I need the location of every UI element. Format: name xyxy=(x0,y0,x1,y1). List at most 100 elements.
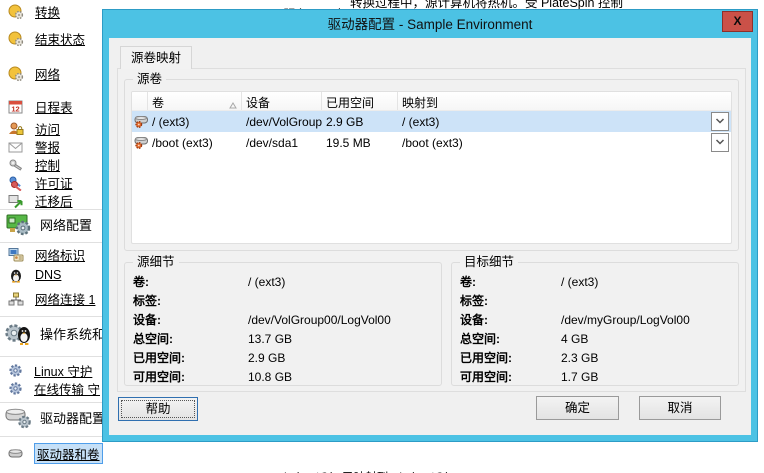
sidebar-item-linux-daemon[interactable]: Linux 守护 xyxy=(8,361,92,380)
sidebar-item-label: DNS xyxy=(35,268,61,282)
column-header-device[interactable]: 设备 xyxy=(242,92,322,110)
tab-panel: 源卷 卷 设备 已用空间 映射到 xyxy=(117,68,746,392)
sidebar-item-dns[interactable]: DNS xyxy=(8,267,61,283)
cell-volume: /boot (ext3) xyxy=(148,136,242,150)
sidebar-divider xyxy=(0,316,103,317)
cell-used-space: 19.5 MB xyxy=(322,136,398,150)
field-label: 已用空间: xyxy=(133,349,248,366)
field-label: 总空间: xyxy=(460,330,561,347)
dns-penguin-icon xyxy=(8,267,24,283)
linux-daemon-gear-icon xyxy=(8,363,23,378)
field-label: 卷: xyxy=(460,273,561,290)
table-header-row: 卷 设备 已用空间 映射到 xyxy=(132,92,731,111)
sidebar-item-network-connection[interactable]: 网络连接 1 xyxy=(8,289,95,308)
os-penguin-gear-icon xyxy=(5,320,32,347)
sidebar-section-drive-config[interactable]: 驱动器配置 xyxy=(5,404,105,430)
sidebar-item-label: 结束状态 xyxy=(35,29,85,48)
mapped-volume-dropdown[interactable] xyxy=(711,112,729,131)
sidebar-item-label: 网络标识 xyxy=(35,245,85,264)
field-value: /dev/VolGroup00/LogVol00 xyxy=(248,313,391,327)
field-value: / (ext3) xyxy=(248,275,285,289)
control-key-icon xyxy=(8,157,24,173)
field-label: 设备: xyxy=(133,311,248,328)
field-label: 可用空间: xyxy=(133,368,248,385)
license-keys-icon xyxy=(8,175,24,191)
field-value: 2.3 GB xyxy=(561,351,598,365)
sidebar-item-control[interactable]: 控制 xyxy=(8,155,60,174)
sidebar-divider xyxy=(0,436,103,437)
sidebar-item-schedule[interactable]: 12 日程表 xyxy=(8,97,73,116)
field-label: 设备: xyxy=(460,311,561,328)
app-window: 转换过程中，源计算机将热机。受 PlateSpin 控制 服务器同步已启用 / … xyxy=(0,0,764,473)
sidebar-item-drives-and-volumes[interactable]: 驱动器和卷 xyxy=(8,444,102,463)
field-label: 可用空间: xyxy=(460,368,561,385)
dialog-title: 驱动器配置 - Sample Environment xyxy=(103,10,757,38)
volume-disk-icon xyxy=(132,135,148,150)
sidebar-section-operating-system[interactable]: 操作系统和 xyxy=(5,320,105,347)
sidebar-item-end-state[interactable]: 结束状态 xyxy=(8,29,85,48)
volume-disk-icon xyxy=(132,114,148,129)
cell-used-space: 2.9 GB xyxy=(322,115,398,129)
network-card-icon xyxy=(5,211,32,237)
svg-text:12: 12 xyxy=(11,104,19,113)
source-volumes-group-label: 源卷 xyxy=(133,72,166,87)
sidebar-divider xyxy=(0,209,103,210)
sidebar-item-label: 驱动器和卷 xyxy=(35,444,102,463)
field-value: 2.9 GB xyxy=(248,351,285,365)
alerts-mail-icon xyxy=(8,139,24,155)
network-identity-icon xyxy=(8,247,24,263)
sidebar-item-label: 网络 xyxy=(35,64,60,83)
sidebar-item-label: 日程表 xyxy=(35,97,73,116)
live-transfer-gear-icon xyxy=(8,381,23,396)
column-header-mapped-to[interactable]: 映射到 xyxy=(398,92,731,110)
column-header-used-space[interactable]: 已用空间 xyxy=(322,92,398,110)
mapped-volume-dropdown[interactable] xyxy=(711,133,729,152)
close-icon[interactable]: X xyxy=(722,11,753,32)
sidebar-item-live-transfer[interactable]: 在线传输 守 xyxy=(8,379,100,398)
sidebar-item-label: 网络连接 1 xyxy=(35,289,95,308)
source-volumes-table: 卷 设备 已用空间 映射到 / (ext3) /dev/VolGroup00..… xyxy=(131,91,732,244)
column-header-icon[interactable] xyxy=(132,92,148,110)
cell-mapped-to: / (ext3) xyxy=(398,115,731,129)
network-connection-icon xyxy=(8,291,24,307)
sidebar-item-post-migration[interactable]: 迁移后 xyxy=(8,191,73,210)
field-value: 4 GB xyxy=(561,332,588,346)
sidebar-item-label: 访问 xyxy=(35,119,60,138)
sidebar-item-convert[interactable]: 转换 xyxy=(8,2,60,21)
field-label: 总空间: xyxy=(133,330,248,347)
sidebar-item-label: 警报 xyxy=(35,137,60,156)
sidebar-section-network-config[interactable]: 网络配置 xyxy=(5,211,92,237)
sidebar-divider xyxy=(0,356,103,357)
sidebar-item-label: 控制 xyxy=(35,155,60,174)
table-row[interactable]: / (ext3) /dev/VolGroup00... 2.9 GB / (ex… xyxy=(132,111,731,132)
sidebar-item-label: 迁移后 xyxy=(35,191,73,210)
field-value: 13.7 GB xyxy=(248,332,292,346)
table-row[interactable]: /boot (ext3) /dev/sda1 19.5 MB /boot (ex… xyxy=(132,132,731,153)
sidebar-item-alerts[interactable]: 警报 xyxy=(8,137,60,156)
sidebar-section-label: 网络配置 xyxy=(40,215,92,234)
sidebar-section-label: 操作系统和 xyxy=(40,324,105,343)
field-value: 10.8 GB xyxy=(248,370,292,384)
sidebar-item-network[interactable]: 网络 xyxy=(8,64,60,83)
target-details-group: 目标细节 卷:/ (ext3) 标签: 设备:/dev/myGroup/LogV… xyxy=(451,262,739,386)
column-header-volume[interactable]: 卷 xyxy=(148,92,242,110)
sidebar-section-label: 驱动器配置 xyxy=(40,408,105,427)
field-label: 标签: xyxy=(133,292,248,309)
cancel-button[interactable]: 取消 xyxy=(639,396,721,420)
sidebar-item-license[interactable]: 许可证 xyxy=(8,173,73,192)
dialog-body: 源卷映射 源卷 卷 设备 已用空间 映 xyxy=(109,38,751,435)
sidebar-item-access[interactable]: 访问 xyxy=(8,119,60,138)
mapping-summary-text: / (ext3) 已映射到 / (ext3) /boot (ext3) 已映射到… xyxy=(280,442,506,473)
sort-ascending-icon xyxy=(229,98,237,110)
help-button[interactable]: 帮助 xyxy=(118,397,198,421)
tab-source-volume-mapping[interactable]: 源卷映射 xyxy=(120,46,192,69)
sidebar-item-network-identity[interactable]: 网络标识 xyxy=(8,245,85,264)
cell-volume: / (ext3) xyxy=(148,115,242,129)
source-details-group-label: 源细节 xyxy=(133,255,179,270)
ok-button[interactable]: 确定 xyxy=(536,396,619,420)
field-label: 已用空间: xyxy=(460,349,561,366)
field-value: / (ext3) xyxy=(561,275,598,289)
sidebar-item-label: 许可证 xyxy=(35,173,73,192)
field-value: 1.7 GB xyxy=(561,370,598,384)
convert-icon xyxy=(8,4,24,20)
